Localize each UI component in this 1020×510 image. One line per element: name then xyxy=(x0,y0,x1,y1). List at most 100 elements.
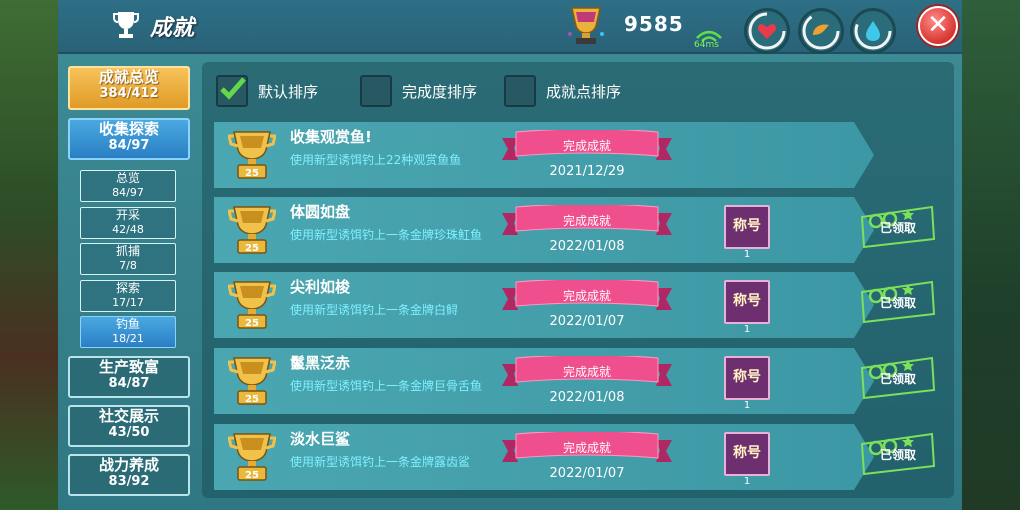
sort-completion[interactable]: 完成度排序 xyxy=(360,75,478,107)
checkmark-icon xyxy=(220,77,246,100)
overview-label: 成就总览 xyxy=(98,68,159,86)
subcategory-count: 18/21 xyxy=(112,332,144,345)
checkbox[interactable] xyxy=(216,75,248,107)
claimed-label: 已领取 xyxy=(880,221,917,235)
completion-status: 完成成就 xyxy=(562,365,611,379)
category-label: 社交展示 xyxy=(98,407,159,425)
subcategory-fishing[interactable]: 钓鱼 18/21 xyxy=(80,316,176,348)
ping-text: 64ms xyxy=(694,40,719,50)
category-count: 84/87 xyxy=(108,376,150,391)
category-count: 43/50 xyxy=(108,425,150,440)
checkbox[interactable] xyxy=(360,75,392,107)
completion-status: 完成成就 xyxy=(562,214,611,228)
achievement-description: 使用新型诱饵钓上一条金牌白鲟 xyxy=(290,303,459,317)
claimed-label: 已领取 xyxy=(880,372,917,386)
reward-label: 称号 xyxy=(733,369,761,385)
achievement-description: 使用新型诱饵钓上一条金牌珍珠魟鱼 xyxy=(290,228,483,242)
subcategory-overview[interactable]: 总览 84/97 xyxy=(80,170,176,202)
subcategory-explore[interactable]: 探索 17/17 xyxy=(80,280,176,312)
achievement-title: 鬣黑泛赤 xyxy=(290,354,351,372)
health-stat[interactable] xyxy=(744,8,790,54)
category-count: 83/92 xyxy=(108,474,150,489)
row-arrow xyxy=(854,122,874,188)
claimed-label: 已领取 xyxy=(880,448,917,462)
achievement-title: 体圆如盘 xyxy=(290,203,351,221)
claimed-label: 已领取 xyxy=(880,296,917,310)
completion-date: 2021/12/29 xyxy=(549,164,625,179)
completion-status: 完成成就 xyxy=(562,289,611,303)
subcategory-count: 7/8 xyxy=(119,259,137,272)
medal-points: 25 xyxy=(245,318,259,329)
category-collect-explore[interactable]: 收集探索 84/97 xyxy=(68,118,190,160)
title-reward-badge[interactable]: 称号 xyxy=(724,356,770,400)
page-title: 成就 xyxy=(150,16,195,41)
category-power[interactable]: 战力养成 83/92 xyxy=(68,454,190,496)
completion-date: 2022/01/08 xyxy=(549,390,625,405)
medal: 25 xyxy=(227,430,277,482)
completion-date: 2022/01/08 xyxy=(549,239,625,254)
subcategory-capture[interactable]: 抓捕 7/8 xyxy=(80,243,176,275)
subcategory-count: 17/17 xyxy=(112,296,144,309)
heart-icon xyxy=(748,12,786,50)
subcategory-label: 探索 xyxy=(115,281,140,295)
game-background-left xyxy=(0,0,60,510)
reward-count: 1 xyxy=(743,249,751,260)
completion-date: 2022/01/07 xyxy=(549,314,625,329)
medal-points: 25 xyxy=(245,470,259,481)
medal: 25 xyxy=(227,128,277,180)
reward-label: 称号 xyxy=(733,293,761,309)
achievement-points: 9585 xyxy=(624,12,684,36)
reward-count: 1 xyxy=(743,400,751,411)
reward-label: 称号 xyxy=(733,445,761,461)
category-social[interactable]: 社交展示 43/50 xyxy=(68,405,190,447)
title-reward-badge[interactable]: 称号 xyxy=(724,280,770,324)
reward-label: 称号 xyxy=(733,218,761,234)
sort-label: 成就点排序 xyxy=(546,82,622,101)
category-label: 收集探索 xyxy=(98,120,159,138)
category-count: 84/97 xyxy=(108,138,150,153)
food-icon xyxy=(802,12,840,50)
medal-points: 25 xyxy=(245,168,259,179)
reward-count: 1 xyxy=(743,324,751,335)
sort-label: 完成度排序 xyxy=(402,82,478,101)
overview-count: 384/412 xyxy=(99,86,159,101)
title-reward-badge[interactable]: 称号 xyxy=(724,205,770,249)
category-label: 生产致富 xyxy=(98,358,159,376)
sort-points[interactable]: 成就点排序 xyxy=(504,75,622,107)
completion-status: 完成成就 xyxy=(562,441,611,455)
medal-points: 25 xyxy=(245,394,259,405)
subcategory-label: 开采 xyxy=(115,208,140,222)
medal: 25 xyxy=(227,354,277,406)
game-background-right xyxy=(962,0,1020,510)
reward-count: 1 xyxy=(743,476,751,487)
hunger-stat[interactable] xyxy=(798,8,844,54)
completion-date: 2022/01/07 xyxy=(549,466,625,481)
medal: 25 xyxy=(227,278,277,330)
close-icon: ✕ xyxy=(927,10,949,40)
subcategory-count: 42/48 xyxy=(112,223,144,236)
completion-status: 完成成就 xyxy=(562,139,611,153)
subcategory-label: 总览 xyxy=(115,171,140,185)
achievement-title: 淡水巨鲨 xyxy=(290,430,351,448)
achievement-cup-icon xyxy=(568,7,604,44)
sort-label: 默认排序 xyxy=(258,82,319,101)
achievement-description: 使用新型诱饵钓上一条金牌露齿鲨 xyxy=(290,455,471,469)
water-drop-icon xyxy=(854,12,892,50)
achievement-title: 尖利如梭 xyxy=(290,278,351,296)
title-reward-badge[interactable]: 称号 xyxy=(724,432,770,476)
subcategory-count: 84/97 xyxy=(112,186,144,199)
close-button[interactable]: ✕ xyxy=(918,6,958,46)
category-production[interactable]: 生产致富 84/87 xyxy=(68,356,190,398)
sort-default[interactable]: 默认排序 xyxy=(216,75,319,107)
achievement-description: 使用新型诱饵钓上22种观赏鱼鱼 xyxy=(290,153,462,167)
category-label: 战力养成 xyxy=(98,456,159,474)
trophy-icon xyxy=(113,12,139,38)
overview-button[interactable]: 成就总览 384/412 xyxy=(68,66,190,110)
subcategory-mining[interactable]: 开采 42/48 xyxy=(80,207,176,239)
subcategory-label: 钓鱼 xyxy=(115,317,140,331)
achievement-title: 收集观赏鱼! xyxy=(290,128,372,146)
medal: 25 xyxy=(227,203,277,255)
medal-points: 25 xyxy=(245,243,259,254)
checkbox[interactable] xyxy=(504,75,536,107)
water-stat[interactable] xyxy=(850,8,896,54)
